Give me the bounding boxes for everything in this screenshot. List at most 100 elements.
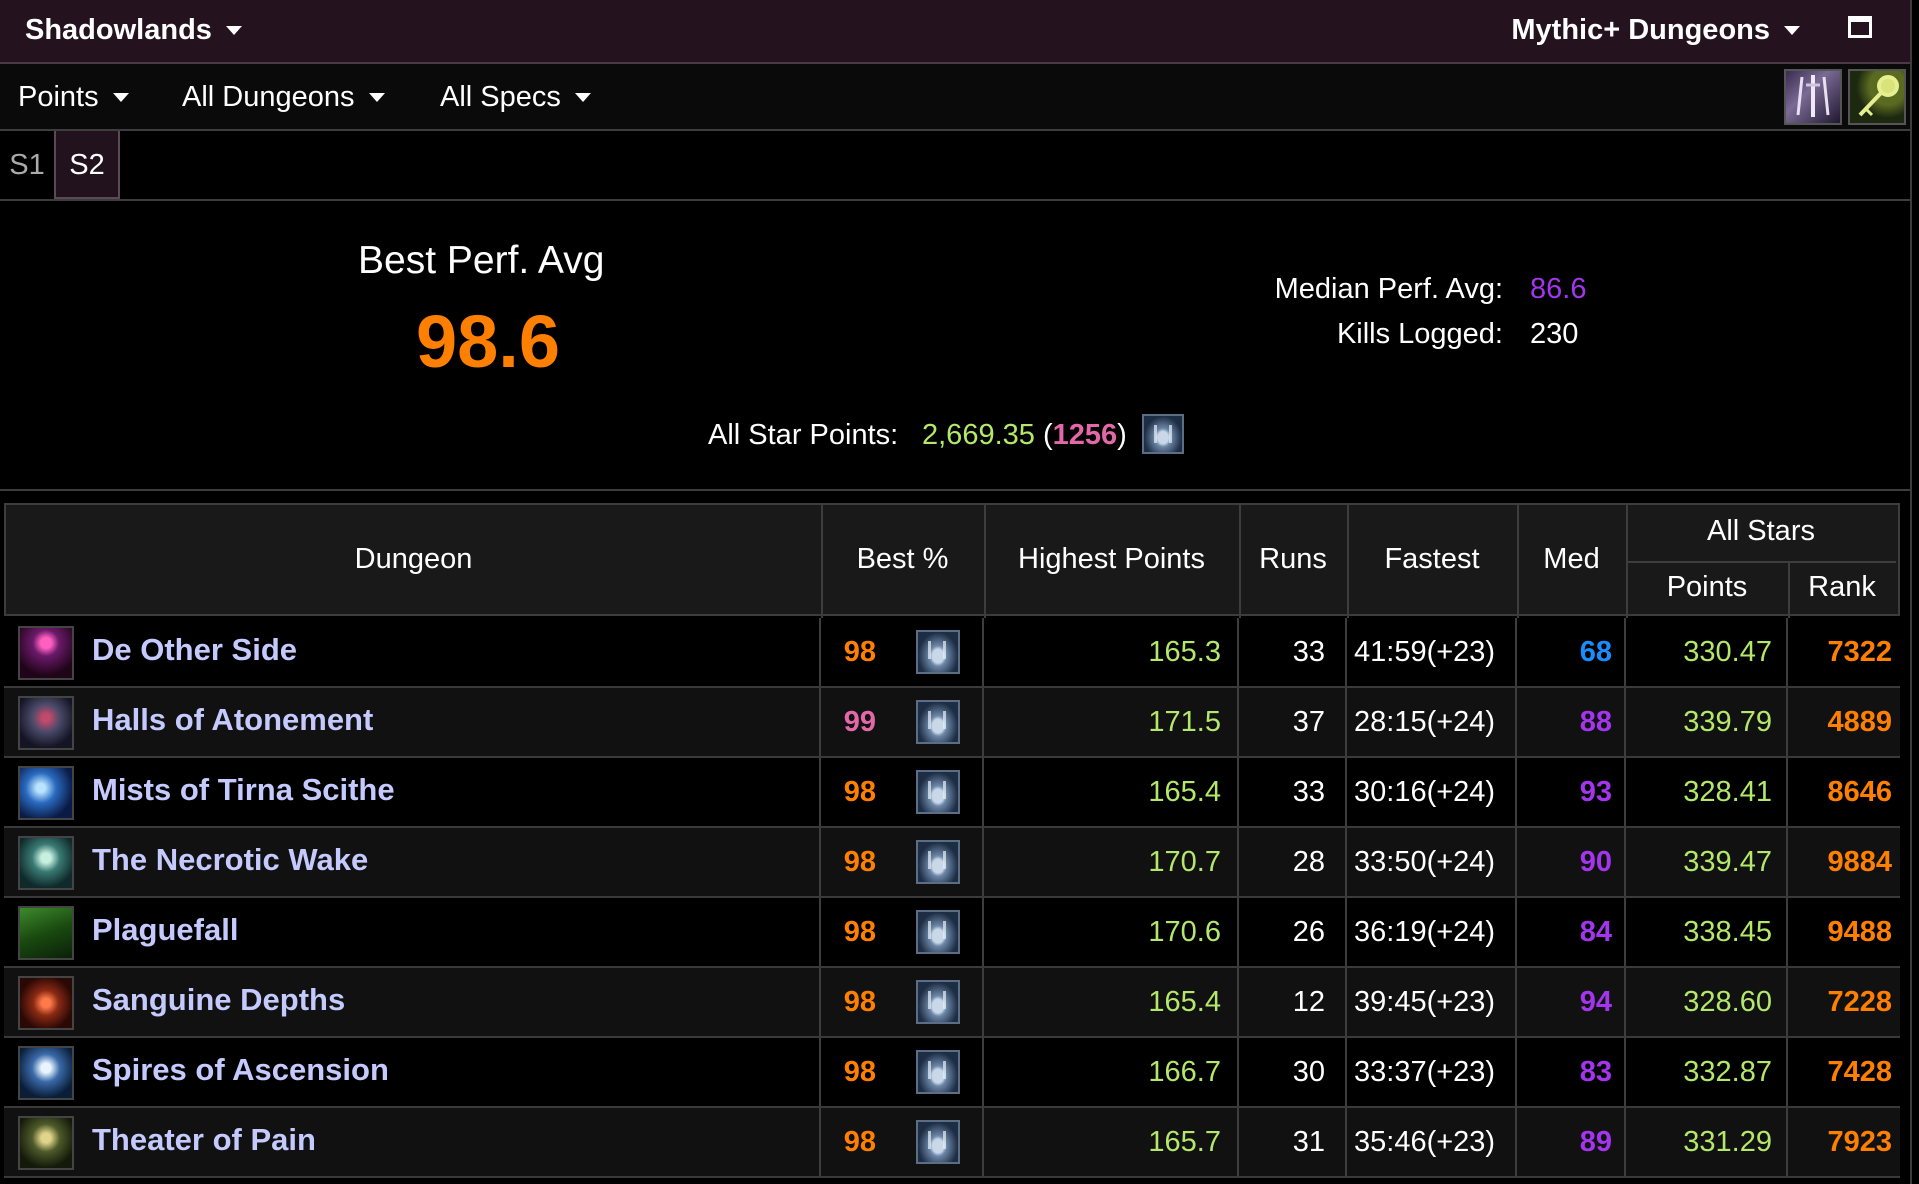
- highest-points: 165.4: [1148, 776, 1221, 808]
- soa-icon: [18, 1046, 74, 1100]
- allstar-rank: 7322: [1827, 636, 1892, 668]
- col-best-percent[interactable]: Best %: [821, 543, 984, 576]
- runs-count: 31: [1292, 1126, 1325, 1158]
- dungeon-filter-label: All Dungeons: [182, 81, 355, 113]
- spec-icon: [916, 840, 960, 884]
- spec-icon: [916, 630, 960, 674]
- dungeon-name-link[interactable]: Sanguine Depths: [92, 968, 345, 1036]
- pf-icon: [18, 906, 74, 960]
- dungeon-name-link[interactable]: Mists of Tirna Scithe: [92, 758, 395, 826]
- table-row[interactable]: Mists of Tirna Scithe 98 165.4 33 30:16(+24)…: [4, 758, 1900, 828]
- median-perf-label: Median Perf. Avg:: [1274, 273, 1503, 305]
- median-perf-value: 86.6: [1530, 273, 1587, 305]
- dungeon-name-link[interactable]: The Necrotic Wake: [92, 828, 368, 896]
- runs-count: 26: [1292, 916, 1325, 948]
- allstar-rank: 7923: [1827, 1126, 1892, 1158]
- table-row[interactable]: Sanguine Depths 98 165.4 12 39:45(+23) 94 328.…: [4, 968, 1900, 1038]
- highest-points: 171.5: [1148, 706, 1221, 738]
- best-percent: 98: [843, 846, 876, 878]
- mots-icon: [18, 766, 74, 820]
- runs-count: 12: [1292, 986, 1325, 1018]
- highest-points: 165.3: [1148, 636, 1221, 668]
- expansion-dropdown[interactable]: Shadowlands: [25, 14, 242, 47]
- spec-icon: [916, 770, 960, 814]
- col-fastest[interactable]: Fastest: [1347, 543, 1517, 576]
- median-percent: 68: [1579, 636, 1612, 668]
- nw-icon: [18, 836, 74, 890]
- table-row[interactable]: The Necrotic Wake 98 170.7 28 33:50(+24) 90 33…: [4, 828, 1900, 898]
- fastest-time: 39:45(+23): [1354, 986, 1496, 1018]
- best-percent: 98: [843, 776, 876, 808]
- allstar-close-paren: ): [1117, 419, 1127, 451]
- highest-points: 166.7: [1148, 1056, 1221, 1088]
- allstar-rank: 7228: [1827, 986, 1892, 1018]
- dungeon-name-link[interactable]: Theater of Pain: [92, 1108, 316, 1176]
- fastest-time: 28:15(+24): [1354, 706, 1496, 738]
- col-runs[interactable]: Runs: [1239, 543, 1347, 576]
- spec-filter-dropdown[interactable]: All Specs: [440, 81, 591, 114]
- table-row[interactable]: Theater of Pain 98 165.7 31 35:46(+23) 89 331.…: [4, 1108, 1900, 1178]
- col-allstar-rank[interactable]: Rank: [1788, 571, 1896, 604]
- table-row[interactable]: Halls of Atonement 99 171.5 37 28:15(+24) 88 3…: [4, 688, 1900, 758]
- tab-season-2[interactable]: S2: [54, 131, 120, 199]
- median-percent: 88: [1579, 706, 1612, 738]
- dos-icon: [18, 626, 74, 680]
- allstar-points-label: All Star Points:: [708, 419, 899, 451]
- highest-points: 165.4: [1148, 986, 1221, 1018]
- key-icon[interactable]: [1848, 69, 1906, 125]
- allstar-points: 339.79: [1683, 706, 1772, 738]
- fastest-time: 36:19(+24): [1354, 916, 1496, 948]
- spec-filter-label: All Specs: [440, 81, 561, 113]
- dungeon-name-link[interactable]: Spires of Ascension: [92, 1038, 389, 1106]
- chevron-down-icon: [574, 93, 591, 102]
- fastest-time: 41:59(+23): [1354, 636, 1496, 668]
- filter-bar: Points All Dungeons All Specs: [0, 64, 1910, 131]
- col-highest-points[interactable]: Highest Points: [984, 543, 1239, 576]
- spec-icon: [916, 910, 960, 954]
- allstar-rank: 7428: [1827, 1056, 1892, 1088]
- dungeon-filter-dropdown[interactable]: All Dungeons: [182, 81, 385, 114]
- fastest-time: 30:16(+24): [1354, 776, 1496, 808]
- swords-icon[interactable]: [1784, 69, 1842, 125]
- maximize-icon[interactable]: [1848, 16, 1872, 38]
- allstar-points: 332.87: [1683, 1056, 1772, 1088]
- table-row[interactable]: De Other Side 98 165.3 33 41:59(+23) 68 330.47…: [4, 618, 1900, 688]
- spec-icon: [916, 980, 960, 1024]
- best-percent: 99: [843, 706, 876, 738]
- best-percent: 98: [843, 916, 876, 948]
- metric-dropdown[interactable]: Points: [18, 81, 129, 114]
- zone-dropdown[interactable]: Mythic+ Dungeons: [1511, 14, 1800, 47]
- median-percent: 83: [1579, 1056, 1612, 1088]
- sd-icon: [18, 976, 74, 1030]
- spec-icon: [916, 1050, 960, 1094]
- highest-points: 170.6: [1148, 916, 1221, 948]
- col-median[interactable]: Med: [1517, 543, 1626, 576]
- allstar-points: 331.29: [1683, 1126, 1772, 1158]
- allstar-points: 2,669.35 (1256): [922, 419, 1127, 452]
- expansion-label: Shadowlands: [25, 14, 212, 46]
- dungeon-name-link[interactable]: De Other Side: [92, 618, 297, 686]
- table-row[interactable]: Plaguefall 98 170.6 26 36:19(+24) 84 338.45 948…: [4, 898, 1900, 968]
- table-row[interactable]: Spires of Ascension 98 166.7 30 33:37(+23) 83…: [4, 1038, 1900, 1108]
- runs-count: 33: [1292, 636, 1325, 668]
- allstar-points: 328.60: [1683, 986, 1772, 1018]
- best-percent: 98: [843, 986, 876, 1018]
- col-dungeon[interactable]: Dungeon: [6, 543, 821, 576]
- dungeon-name-link[interactable]: Plaguefall: [92, 898, 238, 966]
- dungeon-name-link[interactable]: Halls of Atonement: [92, 688, 373, 756]
- median-percent: 90: [1579, 846, 1612, 878]
- allstar-rank: 9884: [1827, 846, 1892, 878]
- best-perf-value: 98.6: [416, 300, 561, 383]
- median-percent: 94: [1579, 986, 1612, 1018]
- top-bar: Shadowlands Mythic+ Dungeons: [0, 0, 1910, 64]
- kills-logged-value: 230: [1530, 318, 1579, 350]
- col-allstar-points[interactable]: Points: [1626, 571, 1788, 604]
- fastest-time: 33:37(+23): [1354, 1056, 1496, 1088]
- best-percent: 98: [843, 636, 876, 668]
- spec-icon: [916, 1120, 960, 1164]
- best-perf-label: Best Perf. Avg: [358, 239, 605, 282]
- highest-points: 170.7: [1148, 846, 1221, 878]
- best-percent: 98: [843, 1126, 876, 1158]
- spec-icon: [916, 700, 960, 744]
- tab-season-1[interactable]: S1: [0, 131, 54, 199]
